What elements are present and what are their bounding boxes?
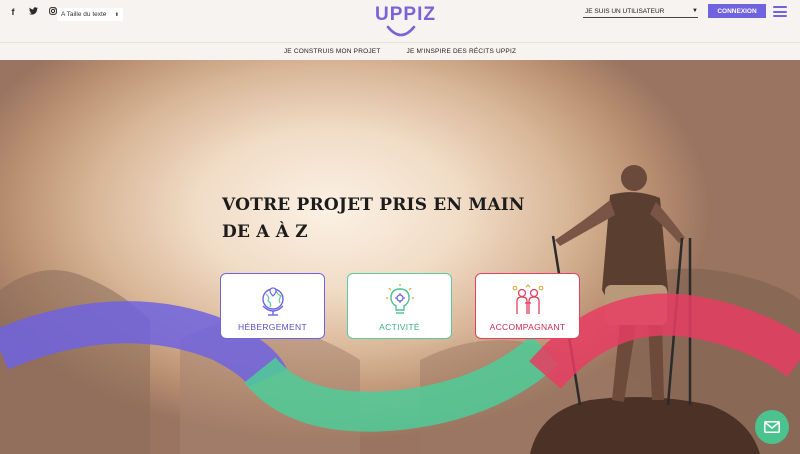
top-bar: f A Taille du texte ⬍ UPPIZ JE SUIS UN U… [0,0,800,42]
contact-chat-button[interactable] [755,410,789,444]
hero-title: VOTRE PROJET PRIS EN MAIN DE A À Z [222,192,525,246]
hero-title-line2: DE A À Z [222,222,308,242]
nav-item-stories[interactable]: JE M'INSPIRE DES RÉCITS UPPIZ [407,48,517,55]
user-type-value: JE SUIS UN UTILISATEUR [585,7,665,15]
card-accompagnant-label: ACCOMPAGNANT [489,322,566,332]
card-activite[interactable]: ACTIVITÉ [347,273,452,339]
text-size-label: A Taille du texte [61,11,107,18]
mail-icon [764,421,780,433]
social-links: f [8,7,58,17]
caret-down-icon: ▼ [692,8,698,14]
main-nav: JE CONSTRUIS MON PROJET JE M'INSPIRE DES… [0,42,800,60]
card-accompagnant[interactable]: ACCOMPAGNANT [475,273,580,339]
smile-icon [386,25,416,37]
card-activite-label: ACTIVITÉ [379,322,420,332]
text-size-select[interactable]: A Taille du texte ⬍ [57,8,123,21]
logo-text: UPPIZ [375,4,436,25]
hero-title-line1: VOTRE PROJET PRIS EN MAIN [222,195,525,215]
updown-icon: ⬍ [114,11,119,18]
hero-background [0,165,800,454]
uppiz-logo[interactable]: UPPIZ [375,4,436,39]
lightbulb-icon [385,284,414,314]
twitter-icon[interactable] [28,7,38,17]
card-hebergement[interactable]: HÉBERGEMENT [220,273,325,339]
nav-item-build-project[interactable]: JE CONSTRUIS MON PROJET [284,48,381,55]
login-button[interactable]: CONNEXION [708,4,766,18]
hero-section: VOTRE PROJET PRIS EN MAIN DE A À Z HÉBER… [0,60,800,454]
globe-icon [261,287,284,316]
people-icon [512,284,543,314]
user-type-select[interactable]: JE SUIS UN UTILISATEUR ▼ [583,5,698,18]
menu-icon[interactable] [773,6,787,17]
facebook-icon[interactable]: f [8,7,18,17]
card-hebergement-label: HÉBERGEMENT [238,322,307,332]
